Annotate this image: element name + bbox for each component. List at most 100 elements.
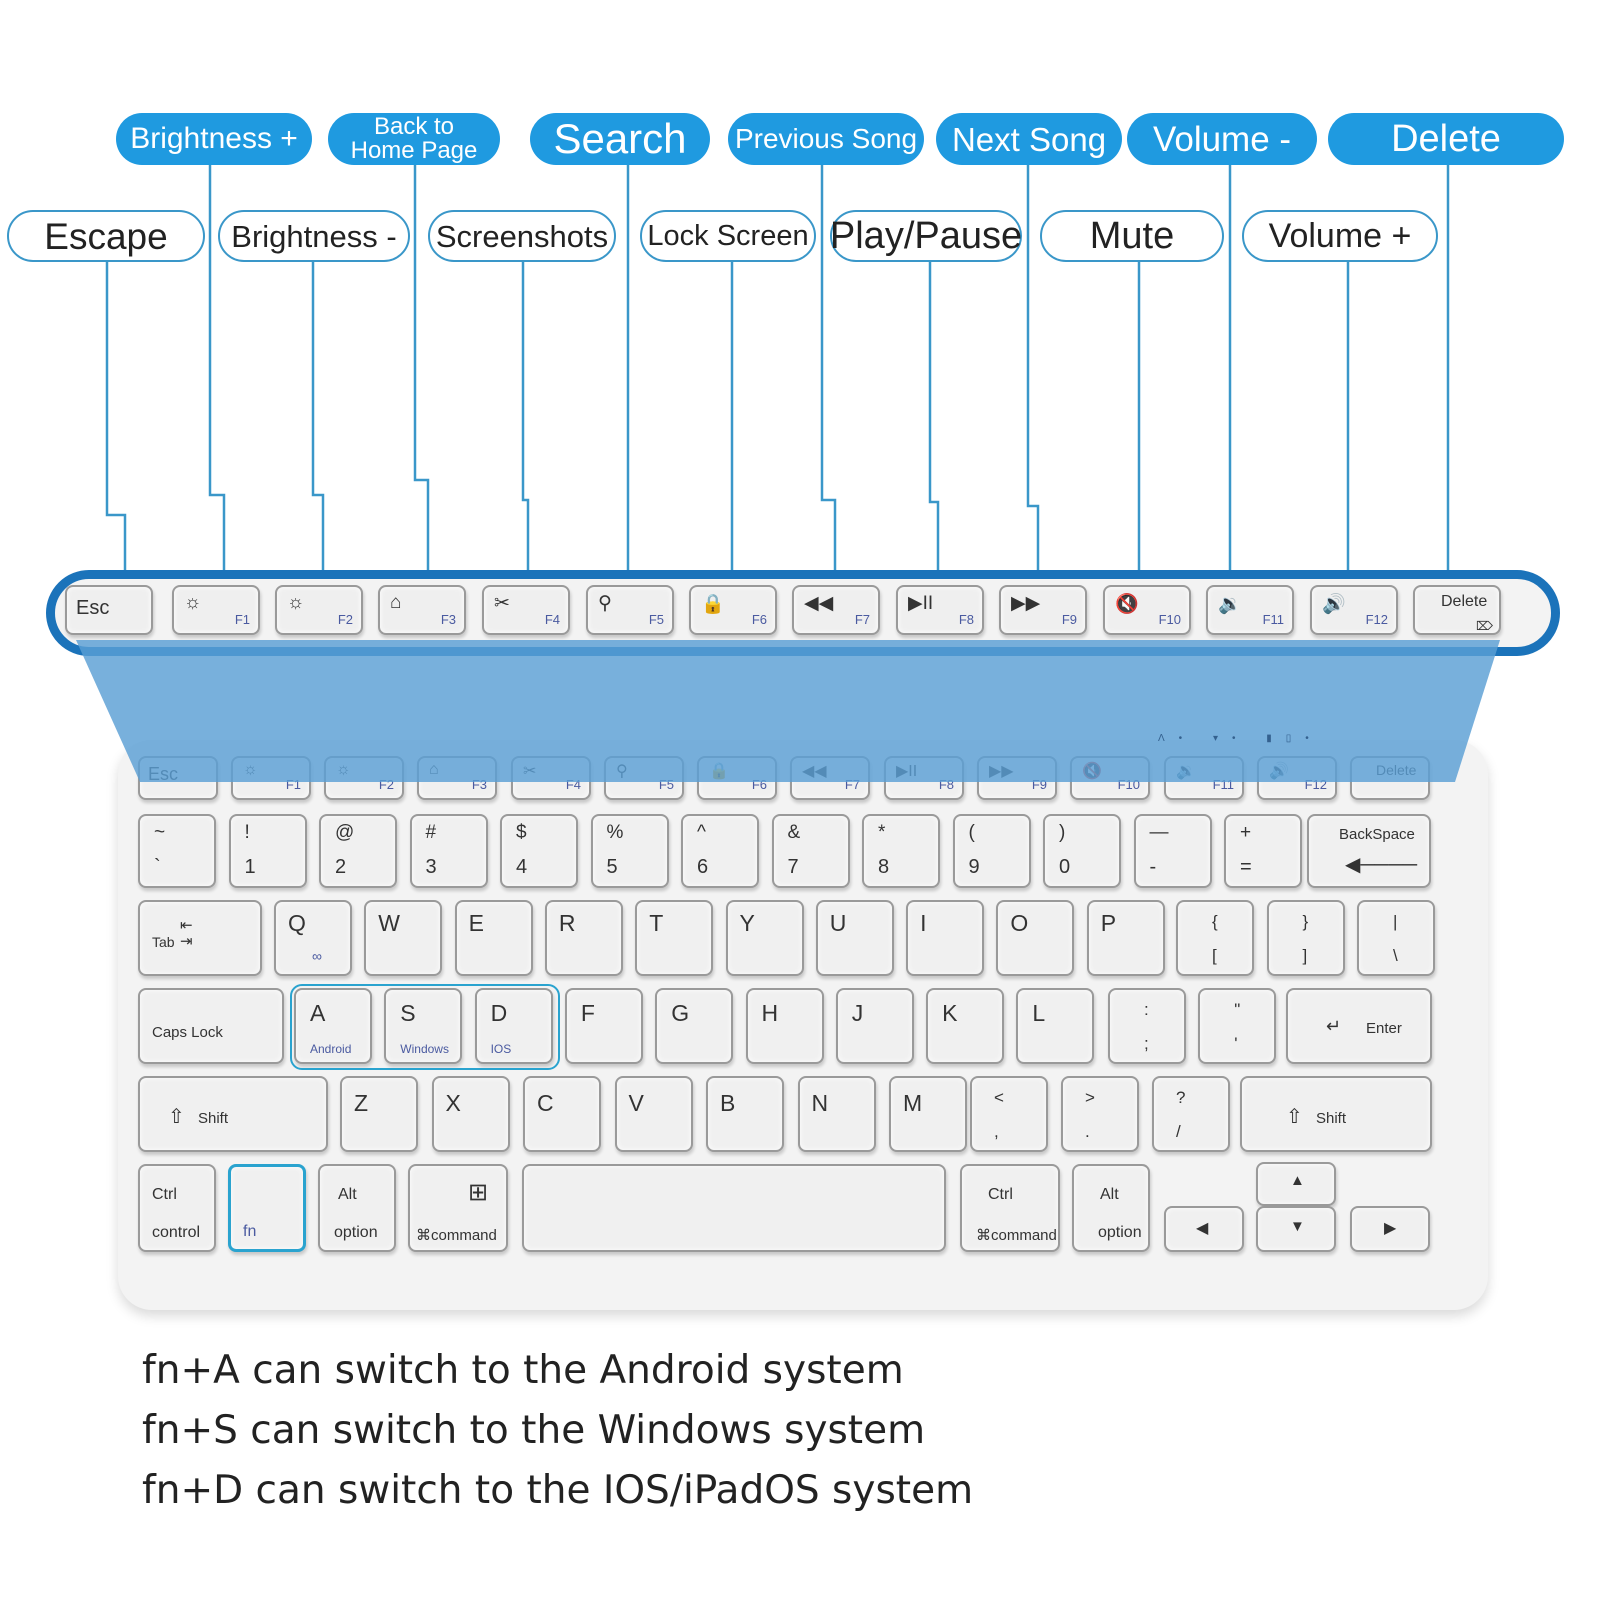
key-m[interactable]: M: [889, 1076, 967, 1152]
key-q[interactable]: Q ∞: [274, 900, 352, 976]
key-key[interactable]: + =: [1224, 814, 1302, 888]
key-main-symbol: 8: [878, 856, 890, 878]
key-9[interactable]: (9: [952, 814, 1031, 888]
callout-label: Delete: [1391, 118, 1501, 160]
key-shift-symbol: %: [606, 822, 624, 843]
key-l[interactable]: L: [1016, 988, 1095, 1064]
key-n[interactable]: N: [797, 1076, 876, 1152]
key-o[interactable]: O: [996, 900, 1075, 976]
key-t[interactable]: T: [635, 900, 714, 976]
kbd-key-f8[interactable]: ▶II F8: [884, 756, 964, 800]
fn-bar-key-f5[interactable]: ⚲ F5: [586, 585, 674, 635]
key-3[interactable]: #3: [409, 814, 488, 888]
key-left-bracket[interactable]: {[: [1176, 900, 1254, 976]
fn-bar-key-f9[interactable]: ▶▶ F9: [999, 585, 1087, 635]
key-i[interactable]: I: [906, 900, 985, 976]
fn-bar-key-f7[interactable]: ◀◀ F7: [792, 585, 880, 635]
fn-bar-key-f8[interactable]: ▶II F8: [896, 585, 984, 635]
kbd-key-delete[interactable]: Delete: [1350, 756, 1430, 800]
key-label: Delete: [1441, 593, 1488, 610]
fn-bar-key-esc[interactable]: Esc: [65, 585, 153, 635]
key-backspace[interactable]: BackSpace ◀────: [1307, 814, 1431, 888]
key-quote[interactable]: " ': [1198, 988, 1277, 1064]
kbd-key-f6[interactable]: 🔒 F6: [697, 756, 777, 800]
kbd-key-f5[interactable]: ⚲ F5: [604, 756, 684, 800]
callout-label: Mute: [1089, 215, 1175, 257]
key-semicolon[interactable]: :;: [1108, 988, 1186, 1064]
key-period[interactable]: >.: [1061, 1076, 1139, 1152]
fn-bar-key-f4[interactable]: ✂ F4: [482, 585, 570, 635]
key-2[interactable]: @2: [319, 814, 397, 888]
fn-key-label: F4: [544, 612, 560, 627]
key-left-ctrl[interactable]: Ctrl control: [138, 1164, 216, 1252]
key-j[interactable]: J: [835, 988, 914, 1064]
key-g[interactable]: G: [655, 988, 734, 1064]
key-0[interactable]: ) 0: [1043, 814, 1121, 888]
key-4[interactable]: $4: [500, 814, 578, 888]
kbd-key-f9[interactable]: ▶▶ F9: [977, 756, 1057, 800]
key-slash[interactable]: ? /: [1152, 1076, 1230, 1152]
key-left-shift[interactable]: ⇧ Shift: [138, 1076, 328, 1152]
key-arrow-right[interactable]: ▶: [1350, 1206, 1430, 1252]
fn-bar-key-f12[interactable]: 🔊 F12: [1310, 585, 1398, 635]
key-caps-lock[interactable]: Caps Lock: [138, 988, 284, 1064]
fn-bar-key-delete[interactable]: Delete ⌦: [1413, 585, 1501, 635]
fn-bar-key-f3[interactable]: ⌂ F3: [378, 585, 466, 635]
fn-bar-key-f10[interactable]: 🔇 F10: [1103, 585, 1191, 635]
key-arrow-left[interactable]: ◀: [1164, 1206, 1244, 1252]
key-f[interactable]: F: [564, 988, 643, 1064]
key-c[interactable]: C: [523, 1076, 601, 1152]
key-b[interactable]: B: [706, 1076, 784, 1152]
key-r[interactable]: R: [544, 900, 623, 976]
key-comma[interactable]: <,: [970, 1076, 1048, 1152]
kbd-key-f4[interactable]: ✂ F4: [511, 756, 591, 800]
key-p[interactable]: P: [1086, 900, 1165, 976]
callout-back-to-home-page: Back to Home Page: [328, 113, 500, 165]
key-z[interactable]: Z: [340, 1076, 418, 1152]
kbd-key-f3[interactable]: ⌂ F3: [417, 756, 497, 800]
kbd-key-f7[interactable]: ◀◀ F7: [790, 756, 870, 800]
key-letter: H: [761, 1000, 779, 1026]
kbd-key-f12[interactable]: 🔊 F12: [1257, 756, 1337, 800]
key-x[interactable]: X: [431, 1076, 510, 1152]
key-enter[interactable]: ↵ Enter: [1286, 988, 1432, 1064]
key-arrow-up[interactable]: ▲: [1256, 1162, 1336, 1206]
kbd-key-f10[interactable]: 🔇 F10: [1070, 756, 1150, 800]
key-y[interactable]: Y: [725, 900, 804, 976]
key-space[interactable]: [522, 1164, 946, 1252]
key-right-ctrl[interactable]: Ctrl ⌘command: [960, 1164, 1060, 1252]
key-main-symbol: 3: [425, 856, 437, 878]
key-left-alt[interactable]: Alt option: [318, 1164, 396, 1252]
key-left-command[interactable]: ⊞ ⌘command: [408, 1164, 508, 1252]
key-key[interactable]: — -: [1133, 814, 1212, 888]
fn-bar-key-f6[interactable]: 🔒 F6: [689, 585, 777, 635]
screenshot-icon: ✂: [523, 763, 537, 780]
key-5[interactable]: % 5: [590, 814, 669, 888]
fn-bar-key-f2[interactable]: ☼ F2: [275, 585, 363, 635]
key-backslash[interactable]: | \: [1357, 900, 1435, 976]
fn-bar-key-f11[interactable]: 🔉 F11: [1206, 585, 1294, 635]
key-arrow-down[interactable]: ▼: [1256, 1206, 1336, 1252]
kbd-key-f1[interactable]: ☼ F1: [231, 756, 311, 800]
key-tab[interactable]: Tab ⇤ ⇥: [138, 900, 262, 976]
key-6[interactable]: ^ 6: [681, 814, 759, 888]
key-8[interactable]: * 8: [862, 814, 940, 888]
key-right-shift[interactable]: ⇧ Shift: [1240, 1076, 1432, 1152]
key-7[interactable]: & 7: [771, 814, 850, 888]
key-h[interactable]: H: [745, 988, 824, 1064]
key-fn[interactable]: fn: [228, 1164, 306, 1252]
key-k[interactable]: K: [926, 988, 1005, 1064]
key-label: Esc: [148, 764, 179, 784]
kbd-key-f11[interactable]: 🔉 F11: [1164, 756, 1244, 800]
key-u[interactable]: U: [815, 900, 894, 976]
key-v[interactable]: V: [614, 1076, 693, 1152]
key-right-bracket[interactable]: }]: [1266, 900, 1345, 976]
kbd-key-f2[interactable]: ☼ F2: [324, 756, 404, 800]
key-e[interactable]: E: [454, 900, 533, 976]
fn-bar-key-f1[interactable]: ☼ F1: [172, 585, 260, 635]
kbd-key-esc[interactable]: Esc: [138, 756, 218, 800]
key-key[interactable]: ~ `: [138, 814, 216, 888]
key-w[interactable]: W: [364, 900, 443, 976]
key-1[interactable]: ! 1: [228, 814, 307, 888]
key-right-alt[interactable]: Alt option: [1072, 1164, 1150, 1252]
